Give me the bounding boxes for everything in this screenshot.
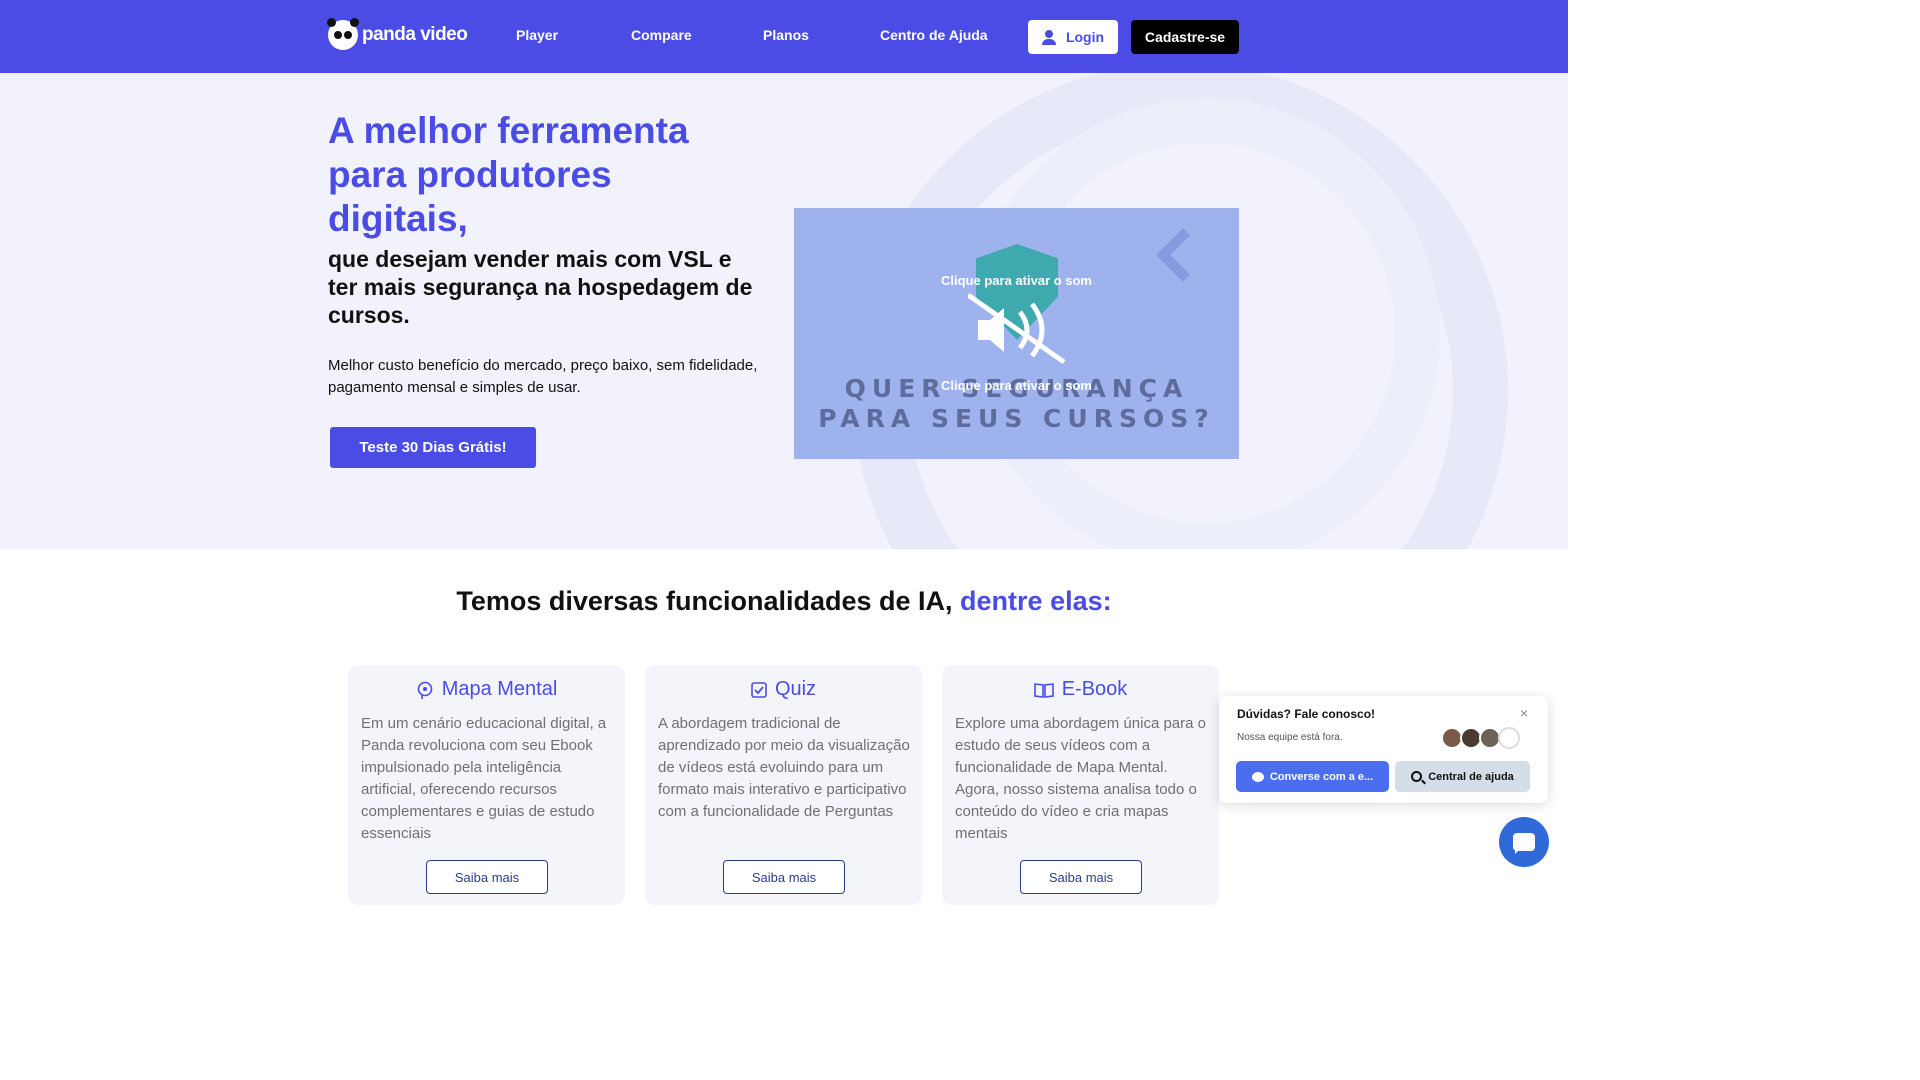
features-title-accent: dentre elas: (960, 586, 1112, 616)
hero-description: Melhor custo benefício do mercado, preço… (328, 357, 758, 396)
chat-popup: Dúvidas? Fale conosco! × Nossa equipe es… (1219, 696, 1548, 803)
nav-link-compare[interactable]: Compare (631, 27, 692, 43)
start-chat-button[interactable]: Converse com a e... (1236, 761, 1389, 792)
user-icon (1041, 30, 1056, 45)
feature-card-quiz: Quiz A abordagem tradicional de aprendiz… (645, 665, 922, 905)
card-description: Explore uma abordagem única para o estud… (955, 715, 1206, 842)
card-description: Em um cenário educacional digital, a Pan… (361, 715, 607, 842)
checkbox-icon (751, 681, 767, 698)
hero-title: A melhor ferramenta para produtores digi… (328, 110, 689, 239)
nav-link-player[interactable]: Player (516, 27, 558, 43)
signup-button[interactable]: Cadastre-se (1131, 20, 1239, 54)
login-label: Login (1065, 29, 1105, 45)
card-header: Mapa Mental (348, 678, 625, 701)
chat-bubble-icon (1251, 771, 1264, 782)
panda-avatar (1498, 727, 1520, 749)
chat-icon (1513, 833, 1535, 854)
sound-hint-bottom[interactable]: Clique para ativar o som (794, 378, 1239, 393)
feature-card-mind-map: Mapa Mental Em um cenário educacional di… (348, 665, 625, 905)
features-title-text: Temos diversas funcionalidades de IA, (456, 586, 953, 616)
login-button[interactable]: Login (1028, 20, 1118, 54)
learn-more-button[interactable]: Saiba mais (723, 860, 845, 894)
sound-hint-top[interactable]: Clique para ativar o som (794, 273, 1239, 288)
panda-logo-icon (327, 18, 359, 50)
logo[interactable]: panda video (327, 18, 468, 50)
search-icon (1411, 771, 1423, 782)
card-title: Quiz (774, 678, 817, 700)
card-description: A abordagem tradicional de aprendizado p… (658, 715, 910, 820)
chat-status: Nossa equipe está fora. (1237, 732, 1343, 743)
head-icon (417, 681, 432, 699)
start-chat-label: Converse com a e... (1269, 770, 1374, 783)
card-header: E-Book (942, 678, 1219, 701)
help-center-label: Central de ajuda (1428, 770, 1514, 783)
video-headline-line2: PARA SEUS CURSOS? (818, 404, 1215, 433)
feature-card-ebook: E-Book Explore uma abordagem única para … (942, 665, 1219, 905)
chat-title: Dúvidas? Fale conosco! (1237, 707, 1376, 721)
free-trial-button[interactable]: Teste 30 Dias Grátis! (330, 427, 536, 468)
learn-more-button[interactable]: Saiba mais (1020, 860, 1142, 894)
features-title: Temos diversas funcionalidades de IA, de… (0, 586, 1568, 617)
nav-link-help-center[interactable]: Centro de Ajuda (880, 27, 988, 43)
close-icon[interactable]: × (1520, 705, 1528, 721)
card-header: Quiz (645, 678, 922, 701)
chat-launcher-button[interactable] (1499, 817, 1549, 867)
logo-text: panda video (362, 24, 468, 45)
hero-subtitle: que desejam vender mais com VSL e ter ma… (328, 246, 753, 328)
learn-more-button[interactable]: Saiba mais (426, 860, 548, 894)
card-title: Mapa Mental (441, 678, 558, 700)
card-title: E-Book (1061, 678, 1128, 700)
hero-section: A melhor ferramenta para produtores digi… (0, 73, 1568, 549)
top-navbar: panda video Player Compare Planos Centro… (0, 0, 1568, 73)
nav-link-planos[interactable]: Planos (763, 27, 809, 43)
mute-icon (968, 292, 1066, 365)
book-icon (1033, 682, 1054, 698)
video-player[interactable]: Clique para ativar o som QUER SEGURANÇA … (794, 208, 1239, 459)
help-center-button[interactable]: Central de ajuda (1395, 761, 1530, 792)
team-avatars (1441, 727, 1520, 749)
